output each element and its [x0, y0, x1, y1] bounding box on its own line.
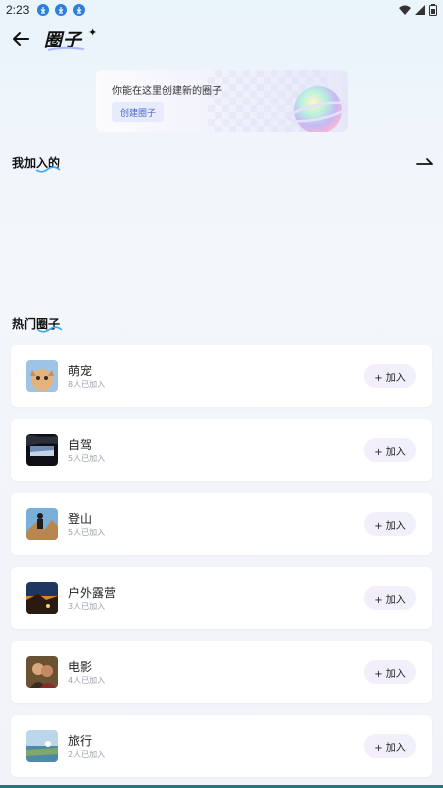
download-icon	[73, 4, 86, 16]
circle-card[interactable]: 电影 4人已加入 + 加入	[11, 641, 432, 703]
circle-member-count: 8人已加入	[68, 380, 106, 389]
join-button[interactable]: + 加入	[364, 734, 416, 758]
download-icon	[55, 4, 68, 16]
circle-member-count: 3人已加入	[68, 602, 106, 611]
join-button[interactable]: + 加入	[364, 586, 416, 610]
circle-member-count: 2人已加入	[68, 750, 106, 759]
banner-text: 你能在这里创建新的圈子	[112, 86, 222, 97]
back-arrow-icon[interactable]	[10, 28, 32, 50]
circle-card[interactable]: 登山 5人已加入 + 加入	[11, 493, 432, 555]
status-time: 2:23	[6, 3, 30, 17]
join-button[interactable]: + 加入	[364, 364, 416, 388]
status-bar: 2:23	[0, 0, 443, 20]
circle-thumbnail	[26, 508, 58, 540]
circle-card[interactable]: 户外露营 3人已加入 + 加入	[11, 567, 432, 629]
circle-thumbnail	[26, 434, 58, 466]
download-icon	[37, 4, 50, 16]
circle-member-count: 5人已加入	[68, 454, 106, 463]
top-bar: 圈子 ✦	[0, 24, 443, 54]
circle-card[interactable]: 自驾 5人已加入 + 加入	[11, 419, 432, 481]
join-button[interactable]: + 加入	[364, 660, 416, 684]
circle-name: 电影	[68, 660, 93, 674]
circle-name: 登山	[68, 512, 93, 526]
circle-member-count: 4人已加入	[68, 676, 106, 685]
battery-icon	[429, 4, 437, 16]
planet-icon	[287, 86, 348, 132]
circle-thumbnail	[26, 730, 58, 762]
circle-card[interactable]: 萌宠 8人已加入 + 加入	[11, 345, 432, 407]
circle-card[interactable]: 旅行 2人已加入 + 加入	[11, 715, 432, 777]
create-circle-banner: 你能在这里创建新的圈子 创建圈子	[96, 70, 348, 132]
arrow-right-icon[interactable]	[416, 156, 434, 168]
signal-icon	[415, 5, 425, 15]
circle-name: 旅行	[68, 734, 93, 748]
circle-name: 户外露营	[68, 586, 117, 600]
circle-thumbnail	[26, 656, 58, 688]
sparkle-icon: ✦	[88, 26, 98, 39]
circle-name: 萌宠	[68, 364, 93, 378]
join-button[interactable]: + 加入	[364, 512, 416, 536]
circle-name: 自驾	[68, 438, 93, 452]
create-circle-button[interactable]: 创建圈子	[112, 102, 165, 122]
circle-thumbnail	[26, 360, 58, 392]
title-underline	[35, 166, 61, 173]
wifi-icon	[399, 5, 411, 15]
logo-underline	[47, 46, 85, 51]
circle-thumbnail	[26, 582, 58, 614]
title-underline	[37, 326, 63, 333]
circle-member-count: 5人已加入	[68, 528, 106, 537]
join-button[interactable]: + 加入	[364, 438, 416, 462]
